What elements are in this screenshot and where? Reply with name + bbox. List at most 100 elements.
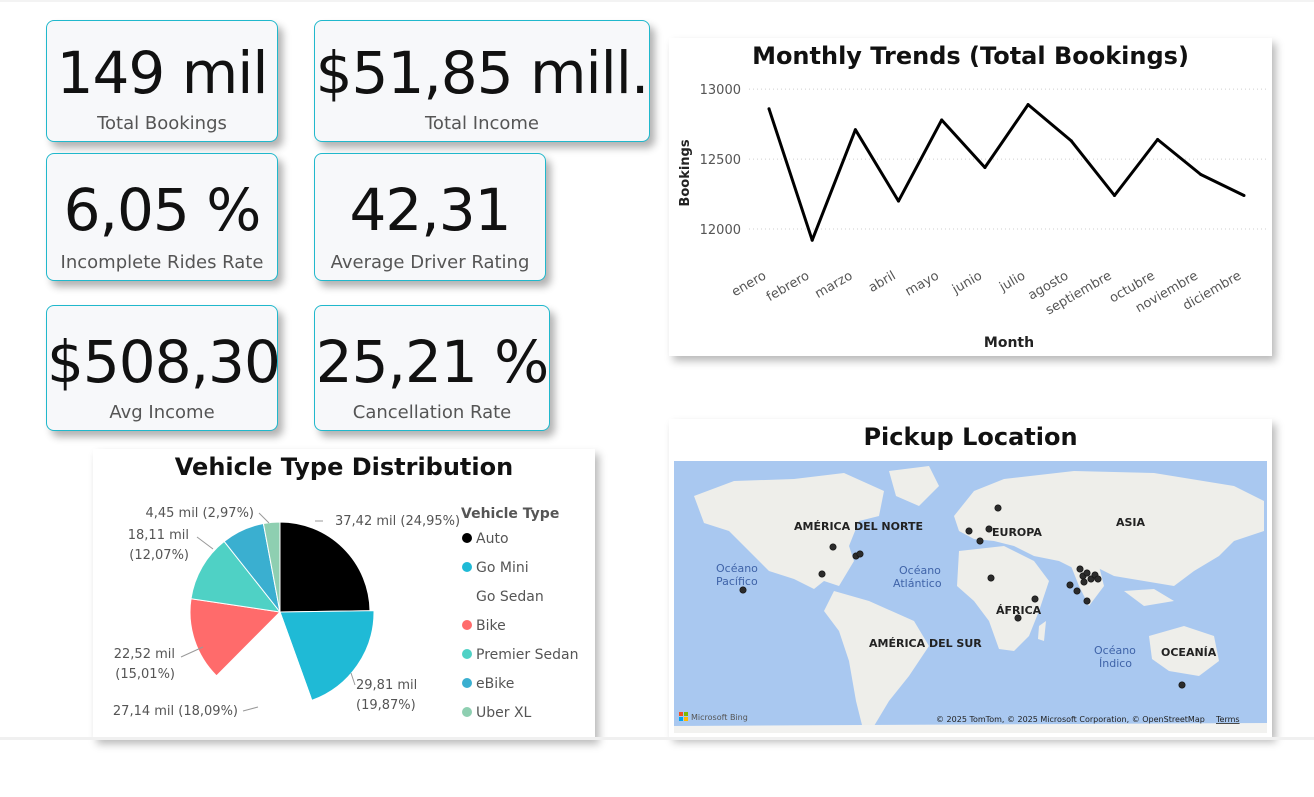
map-marker [1014,614,1022,622]
y-axis-title: Bookings [678,139,693,206]
map-marker [965,527,973,535]
map-title: Pickup Location [863,423,1078,451]
map-marker [1178,681,1186,689]
kpi-avg-income[interactable]: $508,30 Avg Income [46,305,281,431]
legend-item: Go Mini [476,560,529,576]
legend-marker [462,562,472,572]
map-marker [818,570,826,578]
legend-item: Auto [476,531,509,547]
map-marker [1066,581,1074,589]
map-marker [976,537,984,545]
label-europe: EUROPA [992,526,1042,539]
kpi-label: Avg Income [109,402,215,423]
kpi-label: Total Income [425,113,539,134]
kpi-label: Cancellation Rate [352,402,512,423]
y-tick-label: 12000 [700,223,741,238]
kpi-total-income[interactable]: $51,85 mill. Total Income [314,20,650,142]
map-marker [829,543,837,551]
data-point [1156,138,1160,142]
label-asia: ASIA [1116,516,1146,529]
legend-marker [462,707,472,717]
pickup-location-card[interactable]: Pickup Location AMÉRICA DEL NORTE EUROPA… [669,419,1272,737]
label-pacific-1: Océano [716,562,758,575]
map-marker [987,574,995,582]
leader-line [258,512,270,524]
top-border [0,0,1314,2]
kpi-cancellation-rate[interactable]: 25,21 % Cancellation Rate [314,305,550,431]
x-tick-label: mayo [903,268,942,299]
slice-label: 37,42 mil (24,95%) [335,514,460,529]
data-point [853,128,857,132]
legend-item: eBike [476,676,514,692]
map-marker [994,504,1002,512]
map-marker [1094,575,1102,583]
legend-item: Bike [476,618,506,634]
map-copyright: © 2025 TomTom, © 2025 Microsoft Corporat… [936,715,1205,724]
slice-label: (19,87%) [356,698,416,713]
label-indian-2: Índico [1099,657,1132,670]
kpi-value: 25,21 % [315,328,550,396]
kpi-total-bookings[interactable]: 149 mil Total Bookings [46,20,278,142]
kpi-average-driver-rating[interactable]: 42,31 Average Driver Rating [314,153,546,281]
slice-label: 27,14 mil (18,09%) [113,704,238,719]
data-point [1112,193,1116,197]
map-marker [1073,587,1081,595]
leader-line [196,536,214,550]
data-point [897,199,901,203]
kpi-label: Incomplete Rides Rate [60,252,264,273]
world-map[interactable]: AMÉRICA DEL NORTE EUROPA ASIA ÁFRICA AMÉ… [674,461,1267,733]
kpi-incomplete-rides-rate[interactable]: 6,05 % Incomplete Rides Rate [46,153,278,281]
legend-marker [462,533,472,543]
kpi-value: 6,05 % [63,176,262,244]
legend-item: Go Sedan [476,589,544,605]
label-pacific-2: Pacífico [716,575,758,588]
kpi-label: Total Bookings [97,113,227,134]
map-marker [1083,597,1091,605]
slice-label: (12,07%) [129,548,189,563]
label-south-america: AMÉRICA DEL SUR [869,637,982,650]
x-tick-label: marzo [813,268,856,301]
map-marker [985,525,993,533]
slice-label: 18,11 mil [128,528,189,543]
kpi-value: $508,30 [47,328,281,396]
line-chart: 12000 12500 13000 enerofebrero marzo abril may… [678,83,1267,351]
x-tick-label: febrero [764,268,812,304]
data-point [1242,193,1246,197]
legend-marker [462,620,472,630]
map-terms-link[interactable]: Terms [1215,715,1240,724]
y-tick-label: 13000 [700,83,741,98]
legend-item: Premier Sedan [476,647,578,663]
map-marker [739,586,747,594]
map-marker [1080,578,1088,586]
data-point [1199,172,1203,176]
bing-label: Microsoft Bing [691,713,748,722]
leader-line [350,672,356,686]
vehicle-type-card[interactable]: Vehicle Type Distribution 37,42 mil (24,… [93,449,595,739]
label-north-america: AMÉRICA DEL NORTE [794,520,923,533]
label-atlantic-2: Atlántico [893,577,942,590]
kpi-label: Average Driver Rating [330,252,530,273]
kpi-value: 42,31 [349,176,511,244]
data-point [1026,103,1030,107]
x-tick-label: enero [729,268,769,300]
x-axis-title: Month [984,335,1034,351]
data-point [1069,139,1073,143]
data-point [767,107,771,111]
y-tick-label: 12500 [700,153,741,168]
x-tick-label: julio [996,268,1028,295]
x-tick-label: abril [866,268,898,295]
legend-title: Vehicle Type [461,506,559,522]
map-marker [1031,595,1039,603]
label-oceania: OCEANÍA [1161,646,1217,659]
kpi-value: 149 mil [56,39,269,107]
pie-chart: 37,42 mil (24,95%) 29,81 mil (19,87%) 27,14… [113,506,579,721]
monthly-trends-card[interactable]: Monthly Trends (Total Bookings) 12000 125… [669,38,1272,356]
kpi-value: $51,85 mill. [315,39,650,107]
x-tick-label: junio [949,268,985,297]
legend-marker [462,591,472,601]
map-marker [1083,569,1091,577]
pie-slice [279,521,371,613]
data-point [940,118,944,122]
canvas-bottom-border [0,737,1314,740]
leader-line [242,706,259,712]
